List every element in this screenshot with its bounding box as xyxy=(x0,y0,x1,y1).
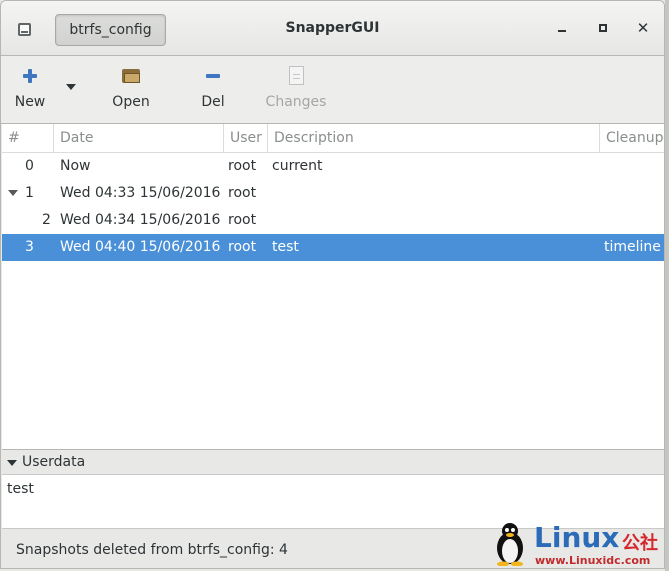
maximize-icon xyxy=(599,24,607,32)
column-header-user[interactable]: User xyxy=(224,124,268,152)
userdata-expander[interactable]: Userdata xyxy=(2,452,664,473)
new-snapshot-button[interactable]: New xyxy=(9,56,51,122)
background-edge xyxy=(665,0,669,571)
minimize-button[interactable] xyxy=(552,18,572,38)
cell-date: Wed 04:33 15/06/2016 xyxy=(60,185,221,201)
cell-description: test xyxy=(272,239,299,255)
changes-button[interactable]: Changes xyxy=(265,56,327,122)
cell-cleanup: timeline xyxy=(604,239,661,255)
snapshots-table: # Date User Description Cleanup 0 Now ro… xyxy=(2,124,664,450)
cell-user: root xyxy=(228,158,257,174)
table-row[interactable]: 1 Wed 04:33 15/06/2016 root xyxy=(2,180,664,207)
open-label: Open xyxy=(112,94,150,110)
open-snapshot-button[interactable]: Open xyxy=(107,56,155,122)
table-row-selected[interactable]: 3 Wed 04:40 15/06/2016 root test timelin… xyxy=(2,234,664,261)
status-bar: Snapshots deleted from btrfs_config: 4 xyxy=(16,542,288,558)
table-row[interactable]: 0 Now root current xyxy=(2,153,664,180)
cell-user: root xyxy=(228,212,257,228)
cell-number: 3 xyxy=(25,239,34,255)
table-row[interactable]: 2 Wed 04:34 15/06/2016 root xyxy=(2,207,664,234)
cell-number: 2 xyxy=(42,212,51,228)
cell-description: current xyxy=(272,158,323,174)
app-menu-icon xyxy=(17,22,31,36)
new-dropdown-chevron-icon[interactable] xyxy=(66,84,76,90)
cell-date: Wed 04:34 15/06/2016 xyxy=(60,212,221,228)
expander-down-icon[interactable] xyxy=(8,190,18,196)
app-menu-button[interactable] xyxy=(10,14,38,44)
tux-penguin-icon xyxy=(497,523,523,566)
cell-user: root xyxy=(228,185,257,201)
table-header: # Date User Description Cleanup xyxy=(2,124,664,153)
cell-date: Now xyxy=(60,158,91,174)
del-label: Del xyxy=(201,94,225,110)
expander-down-icon xyxy=(7,460,17,466)
delete-snapshot-button[interactable]: Del xyxy=(194,56,232,122)
config-selector-button[interactable]: btrfs_config xyxy=(55,14,166,46)
userdata-label: Userdata xyxy=(22,454,86,470)
header-bar: btrfs_config SnapperGUI ✕ xyxy=(1,1,664,56)
plus-icon xyxy=(20,66,40,86)
new-label: New xyxy=(14,94,46,110)
minimize-icon xyxy=(558,30,566,32)
toolbar: New Open Del Changes xyxy=(1,56,664,124)
watermark-cn: 公社 xyxy=(622,533,658,554)
cell-date: Wed 04:40 15/06/2016 xyxy=(60,239,221,255)
watermark-url: www.Linuxidc.com xyxy=(535,554,651,567)
cell-number: 0 xyxy=(25,158,34,174)
column-header-cleanup[interactable]: Cleanup xyxy=(600,124,664,152)
maximize-button[interactable] xyxy=(593,18,613,38)
cell-user: root xyxy=(228,239,257,255)
folder-open-icon xyxy=(121,66,141,86)
column-header-date[interactable]: Date xyxy=(54,124,224,152)
minus-icon xyxy=(203,66,223,86)
column-header-description[interactable]: Description xyxy=(268,124,600,152)
document-icon xyxy=(286,66,306,86)
changes-label: Changes xyxy=(265,94,327,110)
column-header-number[interactable]: # xyxy=(2,124,54,152)
watermark-brand: Linux xyxy=(534,521,620,554)
snapper-gui-window: btrfs_config SnapperGUI ✕ New Open Del C… xyxy=(0,0,665,569)
watermark-logo: Linux 公社 www.Linuxidc.com xyxy=(492,520,669,571)
close-button[interactable]: ✕ xyxy=(633,18,653,38)
close-icon: ✕ xyxy=(636,19,650,37)
cell-number: 1 xyxy=(25,185,34,201)
